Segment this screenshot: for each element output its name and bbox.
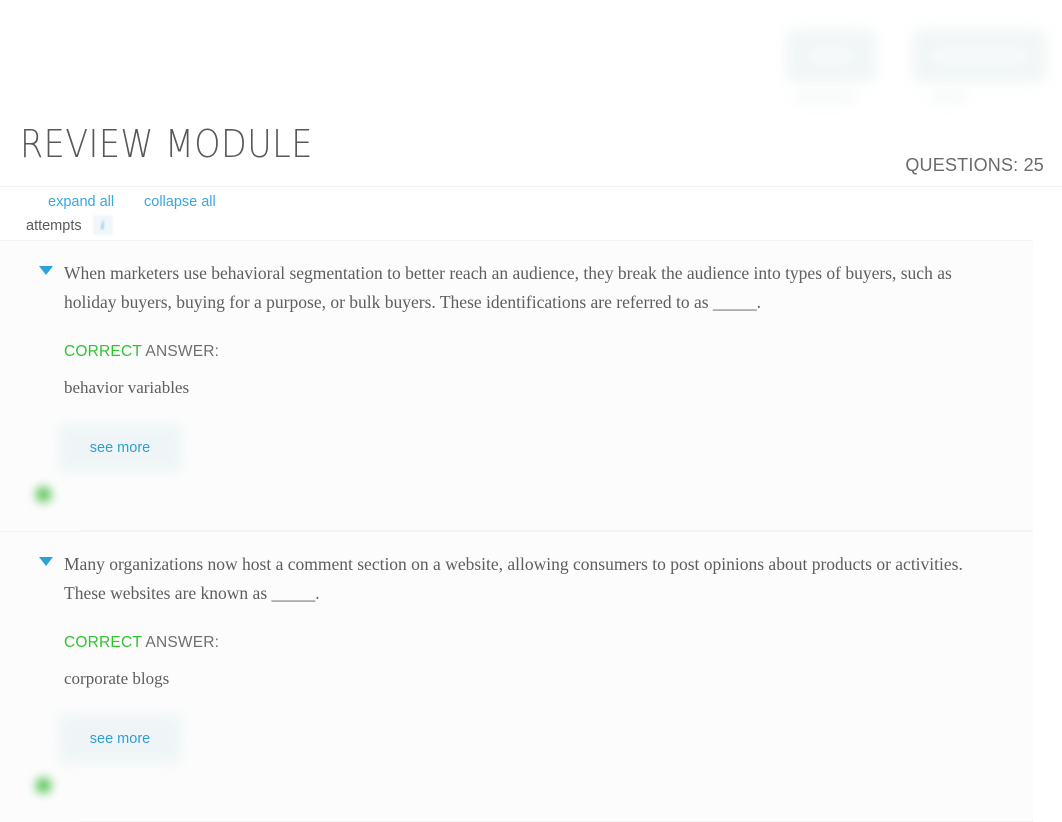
chevron-down-icon[interactable] [39, 557, 53, 566]
status-dot-correct-icon [36, 778, 51, 793]
print-button-caption [795, 93, 857, 102]
status-dot-correct-icon [36, 487, 51, 502]
question-card: When marketers use behavioral segmentati… [0, 240, 1033, 531]
question-text: Many organizations now host a comment se… [64, 554, 963, 603]
list-controls: expand all collapse all attempts i [0, 190, 1062, 240]
answer-label-suffix: ANSWER: [141, 343, 220, 360]
see-more-button[interactable]: see more [58, 423, 182, 473]
attempts-label: attempts [26, 218, 82, 234]
review-module-page: REVIEW MODULE QUESTIONS: 25 expand all c… [0, 0, 1062, 822]
page-toolbar [0, 0, 1062, 102]
question-status-row [36, 473, 1033, 531]
questions-count: QUESTIONS: 25 [905, 155, 1044, 175]
question-status-row [36, 764, 1033, 822]
question-card: Many organizations now host a comment se… [0, 531, 1033, 822]
header-divider [0, 186, 1062, 187]
answer-label: CORRECT ANSWER: [64, 633, 1013, 653]
question-text: When marketers use behavioral segmentati… [64, 263, 952, 312]
answer-value: corporate blogs [64, 669, 170, 688]
page-title: REVIEW MODULE [20, 122, 313, 167]
see-more-button-label[interactable]: see more [58, 423, 182, 473]
expand-all-link[interactable]: expand all [48, 190, 114, 214]
collapse-all-link[interactable]: collapse all [144, 190, 216, 214]
answer-status: CORRECT [64, 634, 142, 651]
attempts-row: attempts i [26, 215, 113, 237]
print-button[interactable] [787, 30, 875, 82]
answer-label-suffix: ANSWER: [141, 634, 220, 651]
answer-status: CORRECT [64, 343, 142, 360]
print-button-label [809, 50, 853, 62]
info-icon[interactable]: i [92, 215, 113, 235]
chevron-down-icon[interactable] [39, 266, 53, 275]
download-button[interactable] [913, 30, 1046, 82]
download-button-label [931, 50, 1028, 62]
answer-value: behavior variables [64, 378, 190, 397]
see-more-button[interactable]: see more [58, 714, 182, 764]
download-button-caption [931, 93, 967, 102]
info-icon-glyph: i [100, 216, 105, 232]
see-more-button-label[interactable]: see more [58, 714, 182, 764]
answer-label: CORRECT ANSWER: [64, 342, 1013, 362]
question-list: When marketers use behavioral segmentati… [0, 240, 1062, 822]
